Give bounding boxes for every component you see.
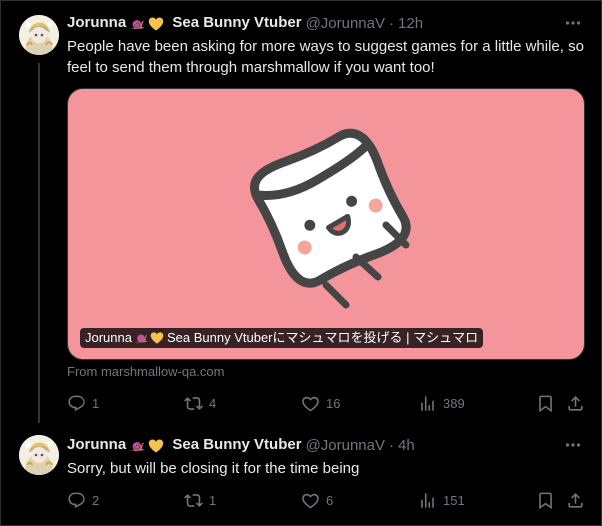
reply-icon (68, 395, 85, 411)
snail-emoji-icon (134, 334, 148, 343)
tweet-actions: 2 1 6 151 (67, 490, 587, 510)
display-name[interactable]: Jorunna Sea Bunny Vtuber (67, 436, 302, 453)
like-count: 6 (326, 492, 334, 508)
more-icon (565, 21, 581, 25)
repost-button[interactable]: 1 (184, 490, 216, 510)
yellow-heart-emoji-icon (148, 17, 164, 31)
avatar-image (19, 435, 59, 475)
display-name-text: Jorunna (67, 436, 127, 454)
yellow-heart-emoji-icon (148, 439, 164, 453)
reply-count: 2 (92, 492, 100, 508)
like-icon (302, 396, 319, 411)
share-button[interactable] (566, 393, 585, 413)
bookmark-icon (539, 395, 552, 412)
views-icon (421, 395, 434, 411)
bookmark-button[interactable] (536, 393, 555, 413)
share-button[interactable] (566, 490, 585, 510)
tweet-actions: 1 4 16 389 (67, 393, 587, 413)
reply-icon (68, 492, 85, 508)
card-source[interactable]: From marshmallow-qa.com (67, 364, 224, 379)
tweet-text: People have been asking for more ways to… (67, 38, 584, 76)
tweet-1[interactable]: Jorunna Sea Bunny Vtuber @JorunnaV · 12h (1, 1, 601, 427)
reply-count: 1 (92, 395, 100, 411)
views-count: 151 (443, 492, 465, 508)
like-count: 16 (326, 395, 341, 411)
bookmark-icon (539, 492, 552, 509)
display-name-suffix: Sea Bunny Vtuber (172, 436, 302, 454)
share-icon (568, 395, 583, 411)
snail-emoji-icon (130, 441, 145, 451)
avatar[interactable] (19, 435, 59, 475)
separator-dot: · (389, 14, 395, 32)
snail-emoji-icon (130, 19, 145, 29)
card-title-prefix: Jorunna (85, 330, 132, 345)
tweet-header: Jorunna Sea Bunny Vtuber @JorunnaV · 12h (67, 13, 423, 33)
timeline-frame: Jorunna Sea Bunny Vtuber @JorunnaV · 12h (0, 0, 602, 526)
display-name[interactable]: Jorunna Sea Bunny Vtuber (67, 14, 302, 31)
tweet-header: Jorunna Sea Bunny Vtuber @JorunnaV · 4h (67, 435, 415, 455)
repost-count: 4 (209, 395, 217, 411)
timestamp[interactable]: 12h (398, 15, 423, 32)
tweet-2[interactable]: Jorunna Sea Bunny Vtuber @JorunnaV · 4h (1, 427, 601, 525)
views-count: 389 (443, 395, 465, 411)
like-button[interactable]: 16 (301, 393, 340, 413)
timestamp[interactable]: 4h (398, 437, 415, 454)
reply-button[interactable]: 1 (67, 393, 99, 413)
more-button[interactable] (563, 435, 583, 455)
like-button[interactable]: 6 (301, 490, 333, 510)
repost-icon (184, 493, 203, 507)
marshmallow-mascot-icon (250, 128, 411, 309)
display-name-text: Jorunna (67, 14, 127, 32)
avatar[interactable] (19, 15, 59, 55)
repost-icon (184, 396, 203, 410)
more-button[interactable] (563, 13, 583, 33)
yellow-heart-emoji-icon (150, 332, 164, 344)
bookmark-button[interactable] (536, 490, 555, 510)
views-icon (421, 492, 434, 508)
separator-dot: · (389, 436, 395, 454)
card-title-suffix: Sea Bunny Vtuberにマシュマロを投げる | マシュマロ (166, 330, 479, 345)
share-icon (568, 492, 583, 508)
link-card[interactable]: Jorunna Sea Bunny Vtuberにマシュマロを投げる | マシュ… (67, 88, 585, 360)
display-name-suffix: Sea Bunny Vtuber (172, 14, 302, 32)
card-title[interactable]: Jorunna Sea Bunny Vtuberにマシュマロを投げる | マシュ… (80, 328, 484, 348)
views-button[interactable]: 389 (418, 393, 465, 413)
repost-button[interactable]: 4 (184, 393, 216, 413)
user-handle[interactable]: @JorunnaV (306, 437, 385, 454)
more-icon (565, 443, 581, 447)
thread-line (38, 63, 40, 423)
views-button[interactable]: 151 (418, 490, 465, 510)
tweet-text: Sorry, but will be closing it for the ti… (67, 460, 360, 477)
repost-count: 1 (209, 492, 217, 508)
avatar-image (19, 15, 59, 55)
reply-button[interactable]: 2 (67, 490, 99, 510)
user-handle[interactable]: @JorunnaV (306, 15, 385, 32)
like-icon (302, 493, 319, 508)
